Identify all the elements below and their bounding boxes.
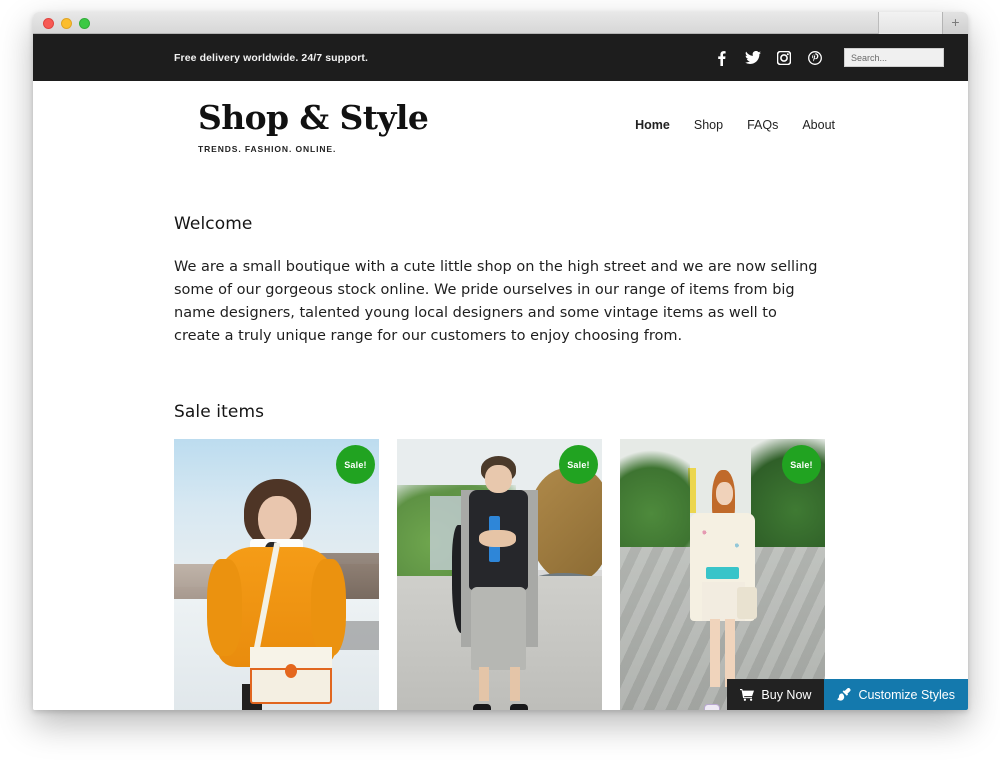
announcement-bar: Free delivery worldwide. 24/7 support.: [33, 34, 968, 81]
product-card[interactable]: Sale!: [620, 439, 825, 710]
site-tagline: TRENDS. FASHION. ONLINE.: [198, 144, 337, 154]
nav-item-home[interactable]: Home: [635, 118, 670, 132]
window-controls: [43, 18, 90, 29]
customize-styles-label: Customize Styles: [858, 687, 955, 702]
twitter-icon[interactable]: [737, 45, 768, 71]
zoom-window-button[interactable]: [79, 18, 90, 29]
nav-item-shop[interactable]: Shop: [694, 118, 723, 132]
sale-badge: Sale!: [782, 445, 821, 484]
buy-now-button[interactable]: Buy Now: [727, 679, 825, 710]
floating-action-bar: Buy Now Customize Styles: [727, 679, 968, 710]
instagram-icon[interactable]: [768, 45, 799, 71]
welcome-section: Welcome We are a small boutique with a c…: [174, 214, 944, 348]
buy-now-label: Buy Now: [761, 687, 812, 702]
close-window-button[interactable]: [43, 18, 54, 29]
welcome-heading: Welcome: [174, 214, 253, 234]
nav-item-about[interactable]: About: [802, 118, 835, 132]
tab-strip: +: [878, 12, 968, 34]
site-header: Shop & Style TRENDS. FASHION. ONLINE. Ho…: [33, 81, 968, 165]
main-content: Welcome We are a small boutique with a c…: [33, 214, 968, 710]
customize-styles-button[interactable]: Customize Styles: [824, 679, 968, 710]
brush-icon: [837, 688, 851, 701]
minimize-window-button[interactable]: [61, 18, 72, 29]
pinterest-icon[interactable]: [799, 45, 830, 71]
sale-items-heading: Sale items: [174, 402, 265, 422]
product-grid: Sale! Sale! Sale!: [174, 439, 944, 710]
browser-window: + Free delivery worldwide. 24/7 support.: [33, 12, 968, 710]
topbar-right-group: [706, 45, 944, 71]
browser-tab[interactable]: [878, 12, 942, 34]
welcome-paragraph: We are a small boutique with a cute litt…: [174, 259, 818, 344]
site-logo-text: Shop & Style: [198, 98, 429, 137]
main-navigation: Home Shop FAQs About: [635, 81, 835, 132]
search-input[interactable]: [844, 48, 944, 67]
sale-badge: Sale!: [336, 445, 375, 484]
browser-titlebar: +: [33, 12, 968, 34]
cart-icon: [740, 688, 755, 701]
delivery-message: Free delivery worldwide. 24/7 support.: [174, 51, 369, 64]
product-card[interactable]: Sale!: [174, 439, 379, 710]
new-tab-icon[interactable]: +: [942, 12, 968, 34]
brand-block[interactable]: Shop & Style TRENDS. FASHION. ONLINE.: [198, 81, 429, 154]
facebook-icon[interactable]: [706, 45, 737, 71]
page-viewport: Free delivery worldwide. 24/7 support. S…: [33, 34, 968, 710]
sale-badge: Sale!: [559, 445, 598, 484]
product-card[interactable]: Sale!: [397, 439, 602, 710]
nav-item-faqs[interactable]: FAQs: [747, 118, 778, 132]
